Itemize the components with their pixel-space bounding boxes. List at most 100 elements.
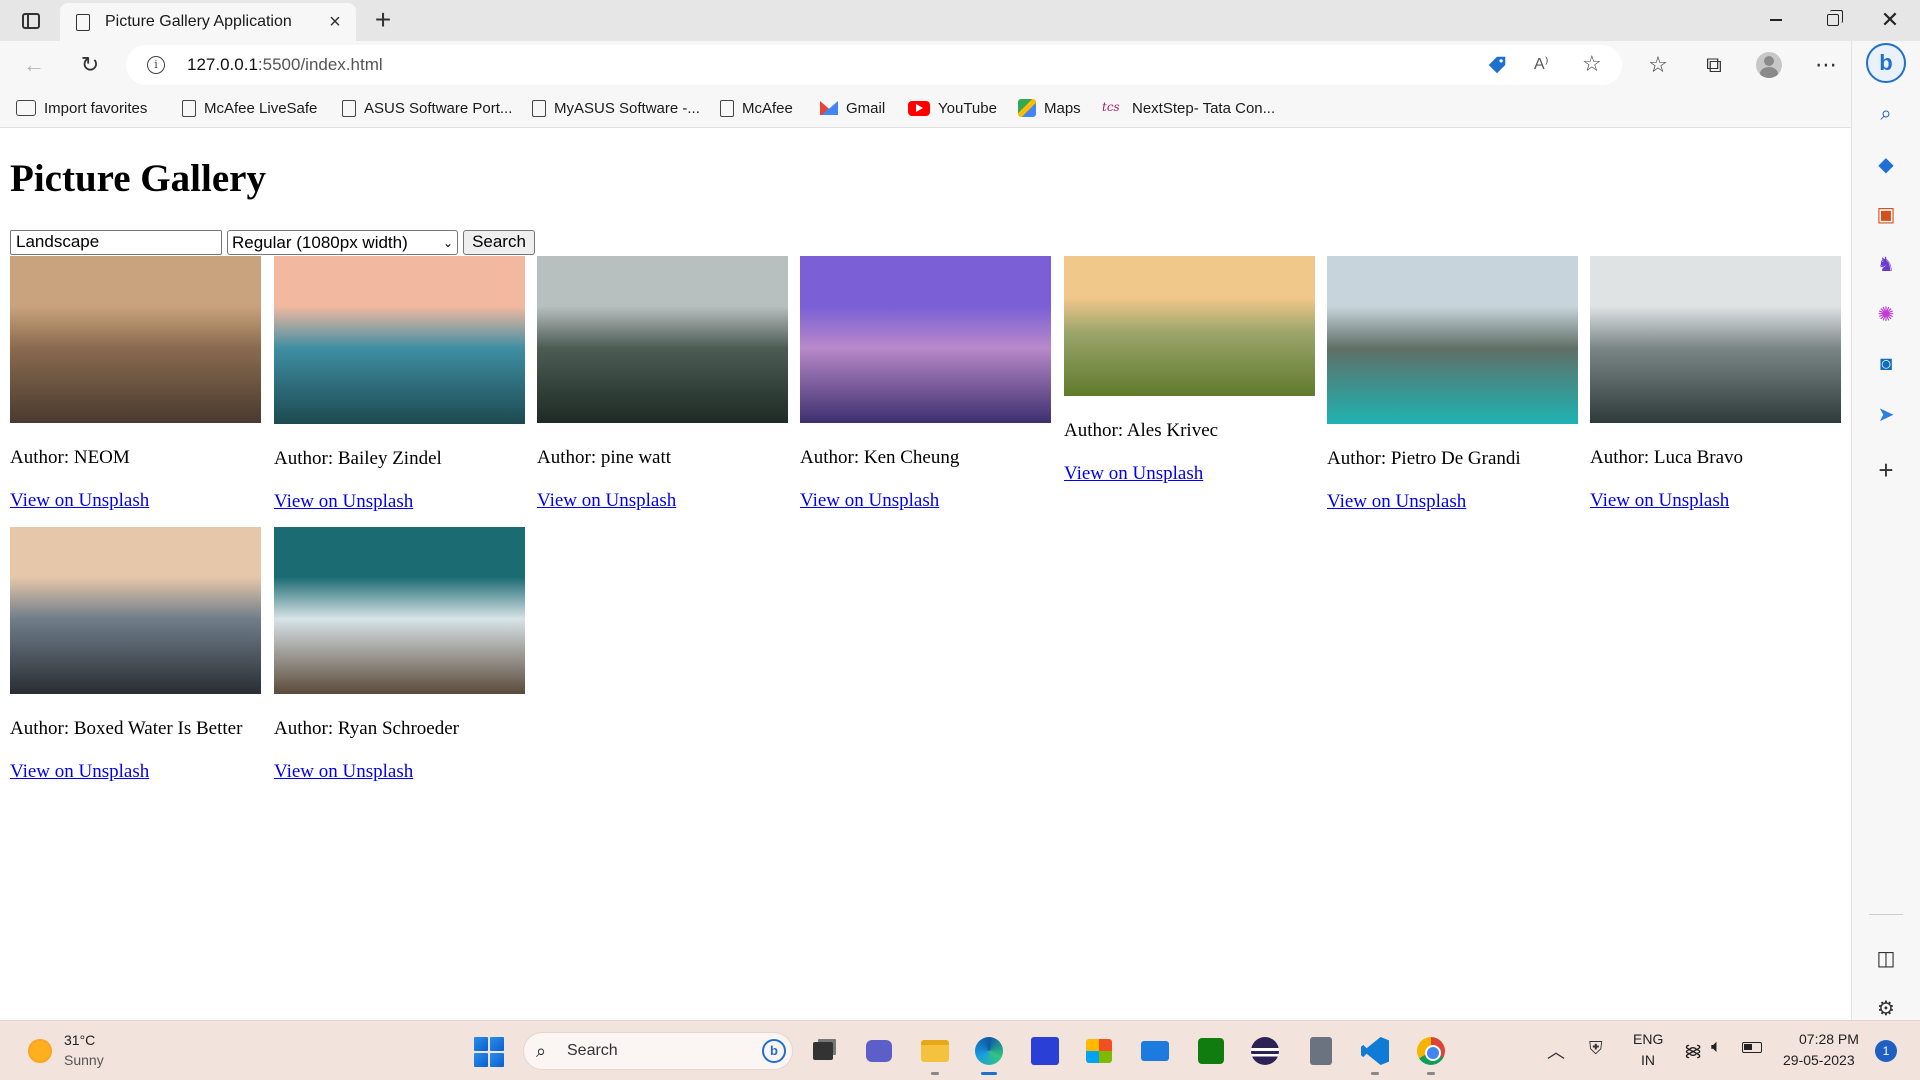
reload-button[interactable]: ↻ <box>72 47 108 83</box>
page-icon <box>532 99 546 117</box>
search-icon: ⌕ <box>536 1041 547 1061</box>
task-view-button[interactable] <box>806 1034 840 1068</box>
shopping-tag-icon: ◆ <box>1878 153 1894 176</box>
sidebar-outlook-button[interactable]: ◙ <box>1869 347 1903 381</box>
side-panel-icon: ◫ <box>1876 947 1896 970</box>
view-on-unsplash-link[interactable]: View on Unsplash <box>1590 490 1729 512</box>
battery-icon[interactable] <box>1742 1042 1762 1053</box>
file-explorer-button[interactable] <box>918 1034 952 1075</box>
collections-icon: ⧉ <box>1706 52 1722 77</box>
favorite-item[interactable]: ASUS Software Port... <box>342 96 512 120</box>
region-indicator[interactable]: IN <box>1641 1052 1655 1068</box>
favorite-item[interactable]: McAfee LiveSafe <box>182 96 317 120</box>
weather-description[interactable]: Sunny <box>64 1052 104 1068</box>
security-tray-icon[interactable]: ⛨ <box>1589 1038 1603 1059</box>
favorite-item[interactable]: Gmail <box>820 96 885 120</box>
image-size-select[interactable]: Regular (1080px width) ⌄ <box>227 230 458 255</box>
add-favorite-icon[interactable]: ☆ <box>1582 51 1602 77</box>
wifi-icon[interactable]: ᯼ <box>1684 1038 1702 1061</box>
chrome-icon <box>1417 1037 1445 1065</box>
favorites-button[interactable]: ☆ <box>1642 49 1674 81</box>
search-button[interactable]: Search <box>463 230 535 255</box>
store-app-button[interactable] <box>1082 1034 1116 1068</box>
clock-date[interactable]: 29-05-2023 <box>1783 1052 1855 1068</box>
taskbar-search-box[interactable]: ⌕ Search b <box>523 1032 793 1070</box>
sidebar-search-button[interactable]: ⌕ <box>1869 97 1903 131</box>
xbox-app-button[interactable] <box>1194 1034 1228 1068</box>
view-on-unsplash-link[interactable]: View on Unsplash <box>274 761 413 783</box>
view-on-unsplash-link[interactable]: View on Unsplash <box>1064 463 1203 485</box>
favorite-item[interactable]: tcs NextStep- Tata Con... <box>1102 96 1275 120</box>
volume-icon[interactable]: 🔈︎ <box>1711 1036 1722 1057</box>
avatar <box>1756 52 1782 78</box>
clock-time[interactable]: 07:28 PM <box>1799 1031 1859 1047</box>
sidebar-add-button[interactable]: + <box>1869 453 1903 487</box>
search-input[interactable]: Landscape <box>10 230 222 255</box>
vscode-app-button[interactable] <box>1358 1034 1392 1075</box>
new-tab-button[interactable]: + <box>367 4 399 36</box>
tab-title: Picture Gallery Application <box>105 13 292 30</box>
language-indicator[interactable]: ENG <box>1633 1031 1663 1047</box>
favorite-item[interactable]: YouTube <box>908 96 997 120</box>
sidebar-m365-button[interactable]: ✺ <box>1869 297 1903 331</box>
profile-button[interactable] <box>1753 49 1785 81</box>
sidebar-tools-button[interactable]: ▣ <box>1869 197 1903 231</box>
notification-badge[interactable]: 1 <box>1875 1040 1897 1062</box>
favorite-item[interactable]: Maps <box>1018 96 1081 120</box>
show-hidden-icons-button[interactable]: ︿ <box>1547 1038 1565 1064</box>
eclipse-app-button[interactable] <box>1248 1034 1282 1068</box>
sidebar-shopping-button[interactable]: ◆ <box>1869 147 1903 181</box>
search-icon: ⌕ <box>1880 102 1892 125</box>
sidebar-games-button[interactable]: ♞ <box>1869 247 1903 281</box>
chrome-app-button[interactable] <box>1414 1034 1448 1075</box>
minimize-button[interactable] <box>1748 0 1804 40</box>
back-arrow-icon: ← <box>23 52 45 77</box>
sun-icon[interactable] <box>28 1039 52 1063</box>
windows-taskbar: 31°C Sunny ⌕ Search b ︿ ⛨ ENG IN ᯼ 🔈︎ 07… <box>0 1020 1920 1080</box>
address-bar[interactable]: i 127.0.0.1:5500/index.html A⁾ ☆ <box>126 45 1622 85</box>
favorite-item[interactable]: McAfee <box>720 96 793 120</box>
start-button[interactable] <box>474 1037 504 1067</box>
read-aloud-icon[interactable]: A⁾ <box>1534 54 1549 74</box>
visual-studio-button[interactable] <box>1028 1034 1062 1068</box>
favorites-bar: Import favorites McAfee LiveSafe ASUS Soft… <box>0 88 1851 128</box>
close-window-button[interactable]: ✕ <box>1862 0 1918 40</box>
favorite-label: NextStep- Tata Con... <box>1132 99 1276 117</box>
microsoft365-icon: ✺ <box>1877 303 1895 326</box>
folder-icon <box>921 1040 949 1062</box>
view-on-unsplash-link[interactable]: View on Unsplash <box>10 490 149 512</box>
sidebar-drop-button[interactable]: ➤ <box>1869 397 1903 431</box>
collections-button[interactable]: ⧉ <box>1698 49 1730 81</box>
xbox-icon <box>1198 1038 1224 1064</box>
tab-picture-gallery[interactable]: Picture Gallery Application × <box>60 3 356 41</box>
favorite-label: YouTube <box>938 99 997 117</box>
favorite-label: Gmail <box>846 99 886 117</box>
calculator-app-button[interactable] <box>1304 1034 1338 1068</box>
page-icon <box>76 14 90 31</box>
bing-chat-button[interactable]: b <box>1866 43 1906 83</box>
sidebar-hide-button[interactable]: ◫ <box>1869 941 1903 975</box>
view-on-unsplash-link[interactable]: View on Unsplash <box>10 761 149 783</box>
back-button[interactable]: ← <box>16 47 52 83</box>
restore-button[interactable] <box>1805 0 1861 40</box>
landscape-photo <box>537 256 788 423</box>
favorite-item[interactable]: Import favorites <box>16 96 147 120</box>
meet-app-button[interactable] <box>862 1034 896 1068</box>
view-on-unsplash-link[interactable]: View on Unsplash <box>537 490 676 512</box>
view-on-unsplash-link[interactable]: View on Unsplash <box>274 491 413 513</box>
shopping-tag-icon[interactable] <box>1486 54 1508 76</box>
tab-actions-button[interactable] <box>16 9 46 33</box>
favorite-item[interactable]: MyASUS Software -... <box>532 96 700 120</box>
site-info-icon[interactable]: i <box>147 56 165 74</box>
photo-author: Author: Ken Cheung <box>800 447 960 468</box>
view-on-unsplash-link[interactable]: View on Unsplash <box>800 490 939 512</box>
ellipsis-icon: ⋯ <box>1815 52 1837 77</box>
more-options-button[interactable]: ⋯ <box>1810 49 1842 81</box>
mail-app-button[interactable] <box>1138 1034 1172 1068</box>
edge-app-button[interactable] <box>972 1034 1006 1075</box>
url-text[interactable]: 127.0.0.1:5500/index.html <box>187 55 383 75</box>
weather-temperature[interactable]: 31°C <box>64 1032 95 1048</box>
view-on-unsplash-link[interactable]: View on Unsplash <box>1327 491 1466 513</box>
tcs-icon: tcs <box>1102 99 1120 114</box>
close-tab-icon[interactable]: × <box>322 9 348 35</box>
